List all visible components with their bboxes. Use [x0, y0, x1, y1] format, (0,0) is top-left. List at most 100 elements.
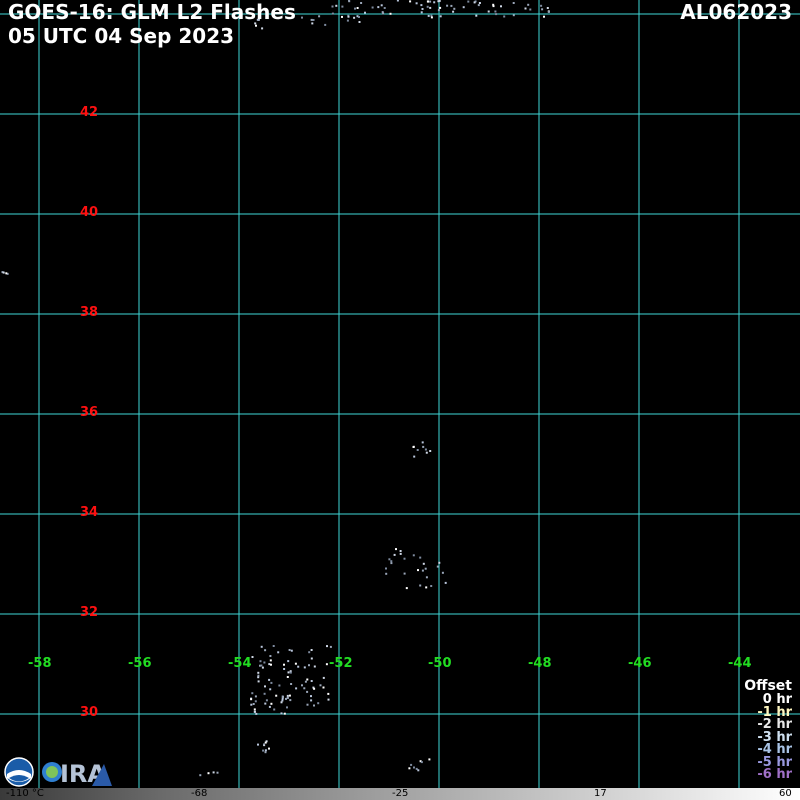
flash-dot [429, 0, 432, 3]
flash-dot [425, 576, 428, 579]
flash-dot [393, 553, 396, 556]
flash-dot [2, 271, 5, 274]
flash-dot [385, 567, 387, 570]
flash-dot [289, 671, 292, 674]
flash-dot [487, 10, 490, 13]
flash-dot [424, 567, 427, 570]
flash-dot [429, 450, 432, 452]
flash-dot [260, 664, 263, 667]
lon-label-52: -52 [329, 656, 353, 671]
flash-dot [390, 562, 393, 565]
flash-dot [421, 8, 424, 10]
flash-dot [290, 683, 293, 685]
flash-dot [417, 769, 420, 772]
flash-dot [543, 15, 545, 18]
flash-dot [395, 548, 397, 551]
flash-dot [255, 24, 257, 27]
flash-dot [286, 676, 289, 678]
flash-dot [273, 708, 276, 711]
flash-dot [420, 4, 423, 7]
flash-dot [453, 7, 456, 10]
flash-dot [263, 661, 266, 664]
flash-dot [341, 5, 344, 8]
flash-dot [259, 660, 262, 663]
flash-dot [310, 695, 312, 698]
flash-dot [286, 694, 289, 697]
flash-dot [527, 3, 530, 6]
flash-dot [389, 12, 392, 15]
flash-dot [261, 666, 264, 669]
flash-dot [348, 0, 351, 3]
flash-dot [264, 741, 267, 744]
flash-dot [257, 680, 260, 683]
flash-dot [403, 557, 406, 560]
flash-dot [425, 451, 428, 454]
flash-dot [312, 19, 315, 21]
flash-dot [257, 743, 259, 746]
flash-dot [294, 662, 297, 665]
flash-dot [462, 6, 465, 9]
flash-dot [268, 705, 271, 708]
flash-dot [495, 13, 498, 16]
flash-dot [283, 663, 285, 666]
flash-dot [437, 9, 440, 12]
flash-dot [388, 558, 391, 561]
flash-dot [422, 562, 425, 565]
colorbar-label-max: 60 [779, 788, 792, 799]
flash-dot [308, 651, 311, 654]
flash-dot [250, 698, 253, 701]
lat-label-30: 30 [80, 705, 99, 720]
flash-dot [265, 699, 268, 702]
flash-dot [260, 645, 263, 648]
flash-dot [419, 556, 422, 559]
flash-dot [283, 668, 286, 670]
flash-dot [318, 15, 321, 18]
flash-dot [383, 7, 386, 9]
flash-dot [420, 761, 423, 764]
lon-label-46: -46 [628, 656, 652, 671]
flash-dot [310, 18, 313, 21]
flash-dot [270, 702, 273, 705]
storm-id: AL062023 [680, 0, 792, 24]
timestamp: 05 UTC 04 Sep 2023 [8, 24, 235, 48]
flash-dot [252, 703, 255, 705]
flash-dot [254, 700, 257, 703]
flash-dot [441, 571, 444, 574]
flash-dot [285, 697, 287, 700]
flash-dot [329, 645, 332, 648]
flash-dot [306, 690, 309, 693]
flash-dot [421, 441, 424, 444]
flash-dot [512, 14, 515, 17]
flash-dot [269, 688, 272, 691]
flash-dot [512, 2, 515, 4]
flash-dot [385, 572, 388, 575]
noaa-logo [4, 757, 34, 787]
lat-label-34: 34 [80, 505, 99, 520]
flash-dot [301, 684, 303, 687]
flash-dot [436, 565, 439, 568]
flash-dot [308, 664, 310, 667]
flash-dot [353, 16, 356, 19]
flash-dot [324, 23, 327, 26]
flash-dot [287, 671, 290, 674]
flash-dot [306, 678, 309, 681]
flash-dot [313, 665, 316, 668]
lon-label-56: -56 [128, 656, 152, 671]
flash-dot [450, 4, 453, 7]
flash-dot [433, 1, 436, 4]
flash-dot [288, 694, 291, 697]
flash-dot [390, 560, 393, 563]
flash-dot [290, 649, 293, 652]
flash-dot [412, 445, 415, 448]
flash-dot [425, 586, 428, 589]
flash-dot [319, 684, 322, 687]
flash-dot [444, 581, 447, 584]
flash-dot [403, 572, 406, 575]
gridlines [0, 0, 800, 788]
flash-dot [331, 12, 334, 15]
flash-dot [547, 10, 550, 13]
cira-logo: IRA [42, 760, 112, 788]
satellite-map-viewer: GOES-16: GLM L2 Flashes 05 UTC 04 Sep 20… [0, 0, 800, 800]
flash-dot [377, 6, 380, 9]
flash-dot [335, 4, 338, 7]
